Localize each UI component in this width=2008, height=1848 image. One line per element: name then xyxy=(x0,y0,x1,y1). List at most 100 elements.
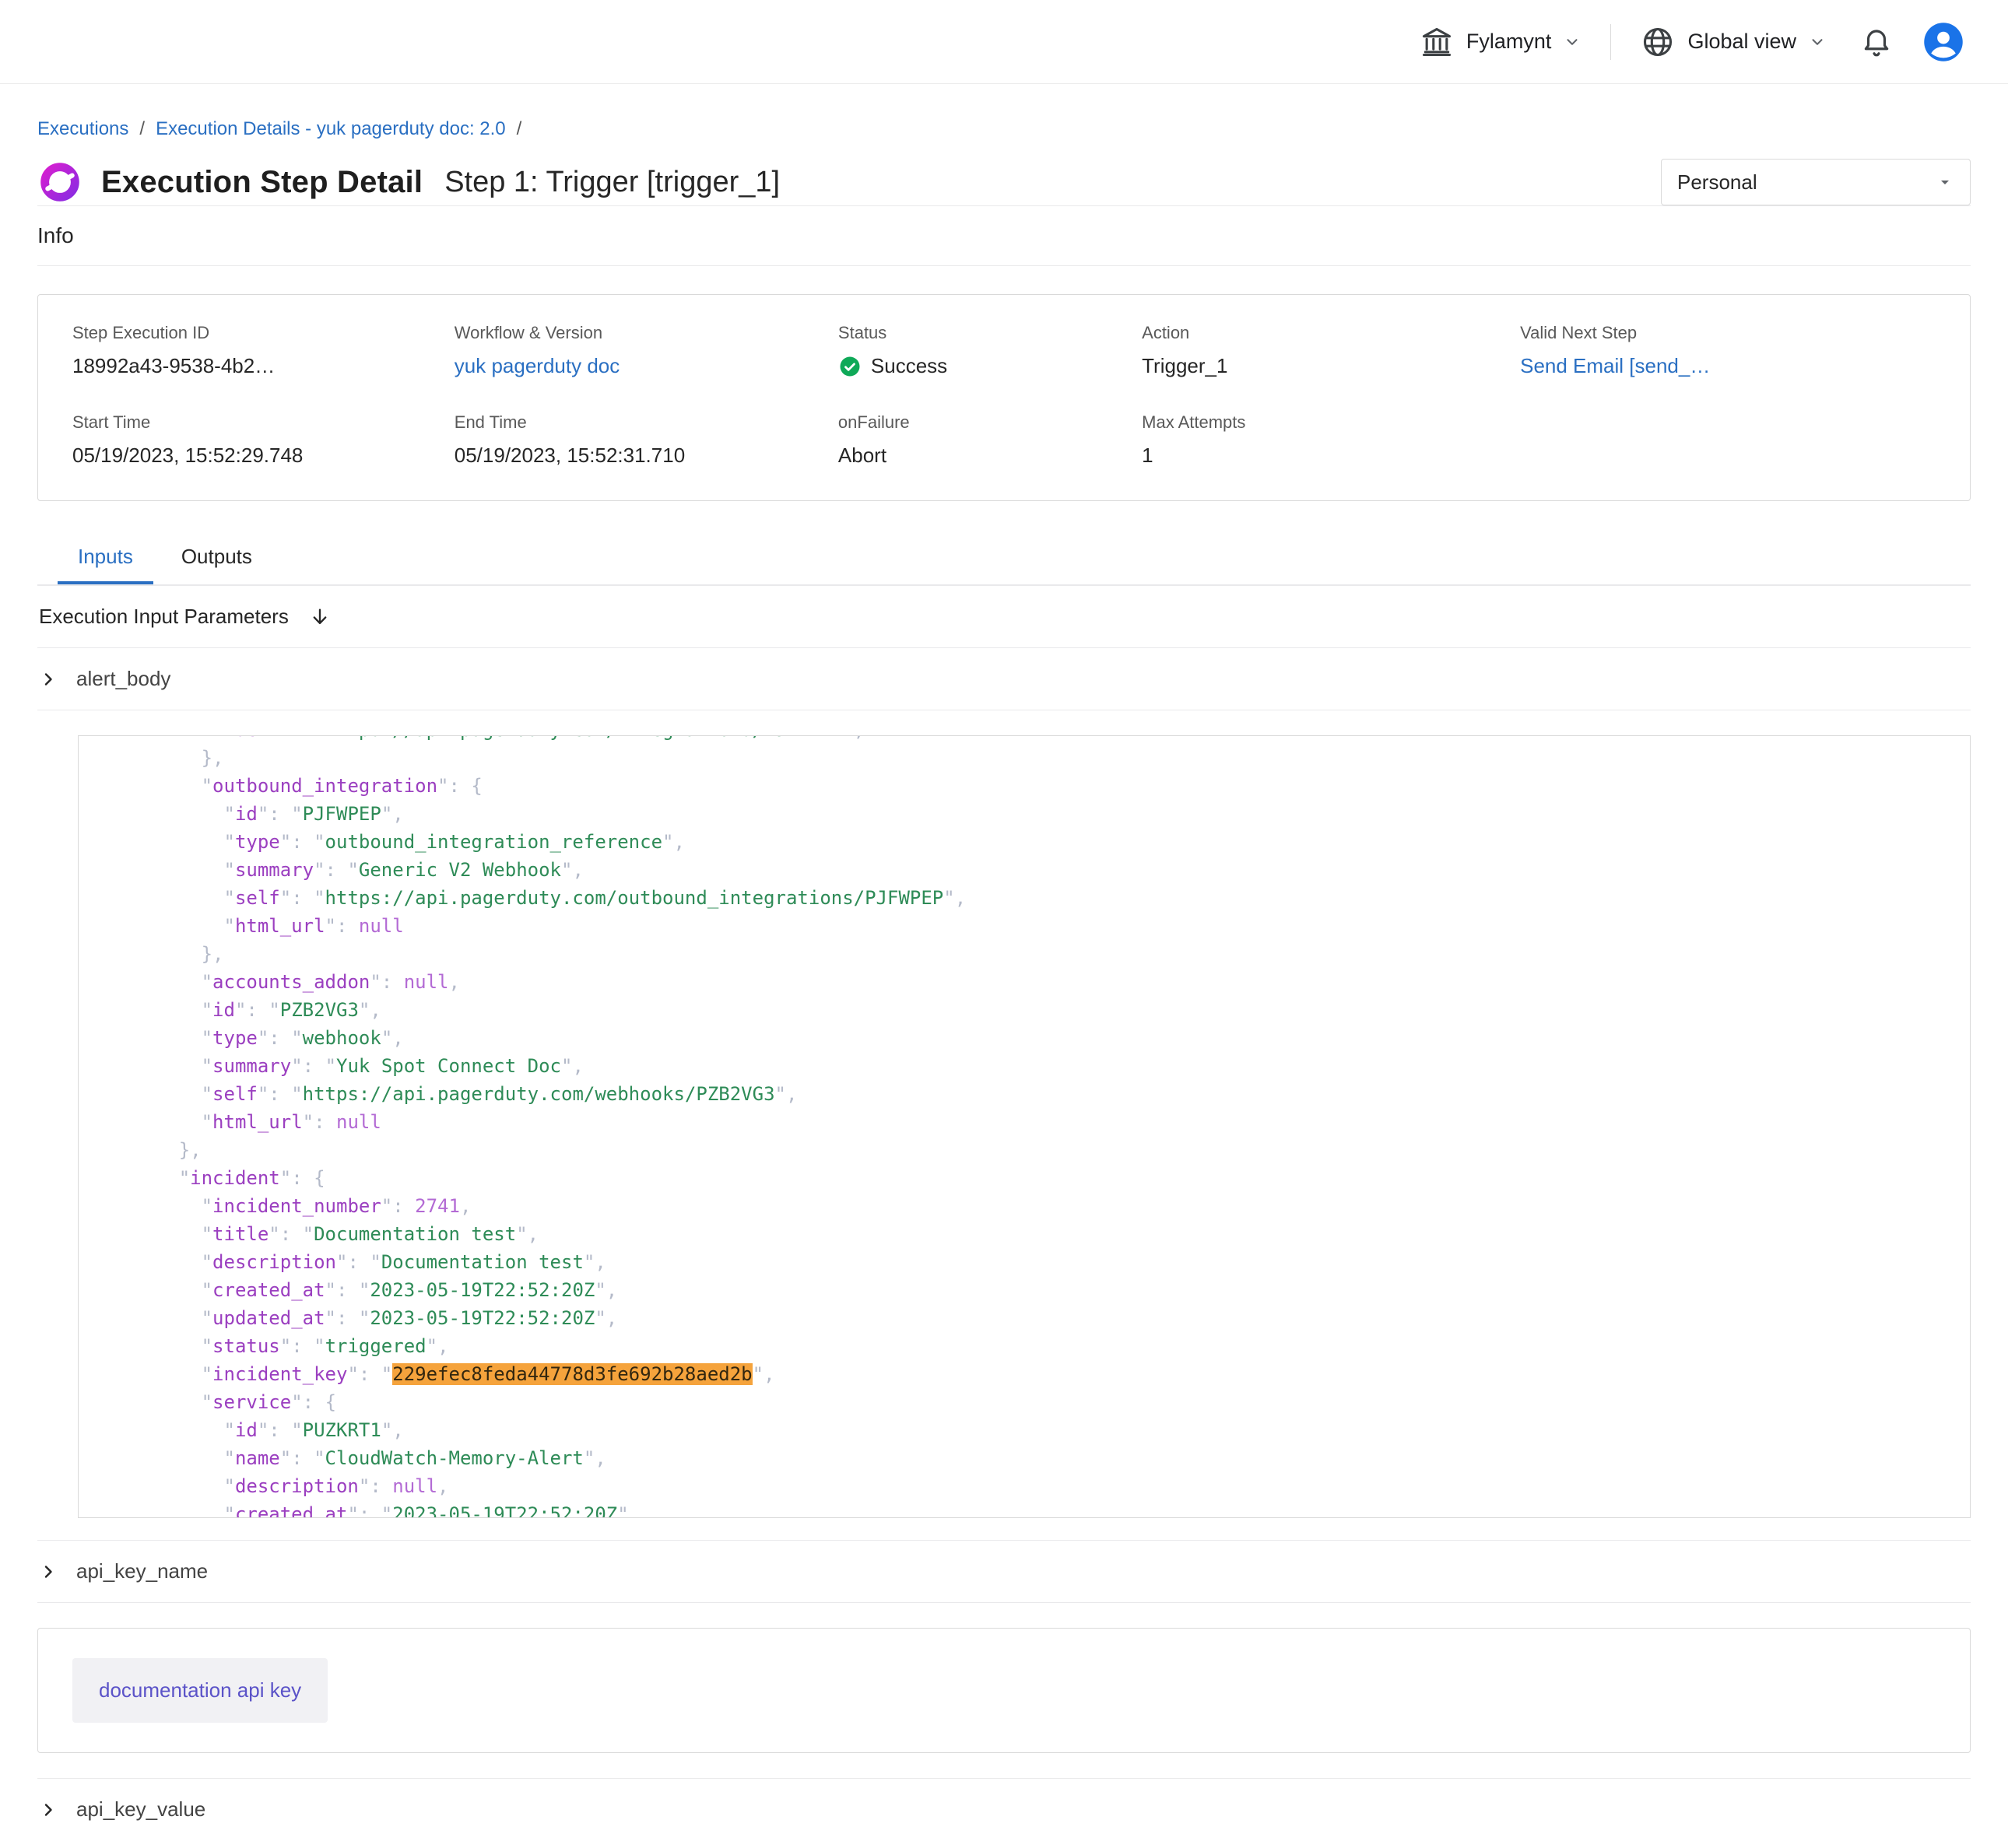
field-value: 18992a43-9538-4b2… xyxy=(72,354,455,378)
code-line: "incident_number": 2741, xyxy=(111,1192,1951,1220)
field-value[interactable]: Send Email [send_… xyxy=(1520,354,1936,378)
field-label: Status xyxy=(838,323,1142,343)
field-label: Action xyxy=(1142,323,1520,343)
globe-icon xyxy=(1641,25,1675,59)
info-field-action: Action Trigger_1 xyxy=(1142,323,1520,378)
code-line: "type": "outbound_integration_reference"… xyxy=(111,828,1951,856)
code-line: "created_at": "2023-05-19T22:52:20Z", xyxy=(111,1276,1951,1304)
code-line: "name": "CloudWatch-Memory-Alert", xyxy=(111,1444,1951,1472)
org-name: Fylamynt xyxy=(1466,30,1552,54)
breadcrumb-separator: / xyxy=(517,118,522,140)
code-line: "created_at": "2023-05-19T22:52:20Z", xyxy=(111,1500,1951,1518)
code-viewer[interactable]: "self": "https://api.pagerduty.com/integ… xyxy=(78,735,1971,1518)
chevron-down-icon xyxy=(1809,33,1826,51)
code-line: "html_url": null xyxy=(111,1108,1951,1136)
code-line: "incident": { xyxy=(111,1164,1951,1192)
info-card: Step Execution ID 18992a43-9538-4b2…Workf… xyxy=(37,294,1971,501)
workflow-logo-icon xyxy=(37,160,82,205)
success-check-icon xyxy=(838,355,862,378)
code-line: }, xyxy=(111,940,1951,968)
api-key-name-value-box: documentation api key xyxy=(37,1628,1971,1753)
field-label: Start Time xyxy=(72,412,455,433)
view-switcher[interactable]: Global view xyxy=(1641,25,1826,59)
code-content: "self": "https://api.pagerduty.com/integ… xyxy=(111,735,1951,1518)
info-field-start-time: Start Time 05/19/2023, 15:52:29.748 xyxy=(72,412,455,468)
view-name: Global view xyxy=(1687,30,1796,54)
info-field-workflow-version: Workflow & Version yuk pagerduty doc xyxy=(455,323,838,378)
code-line: "summary": "Generic V2 Webhook", xyxy=(111,856,1951,884)
code-line: "self": "https://api.pagerduty.com/webho… xyxy=(111,1080,1951,1108)
param-row-api-key-name[interactable]: api_key_name xyxy=(37,1541,1971,1602)
code-line: "updated_at": "2023-05-19T22:52:20Z", xyxy=(111,1304,1951,1332)
code-line: "title": "Documentation test", xyxy=(111,1220,1951,1248)
arrow-down-icon[interactable] xyxy=(309,606,331,628)
info-field-step-execution-id: Step Execution ID 18992a43-9538-4b2… xyxy=(72,323,455,378)
code-line: "outbound_integration": { xyxy=(111,772,1951,800)
status-text: Success xyxy=(871,354,947,378)
param-row-alert-body[interactable]: alert_body xyxy=(37,648,1971,710)
code-line: "description": "Documentation test", xyxy=(111,1248,1951,1276)
field-label: Step Execution ID xyxy=(72,323,455,343)
api-key-name-chip[interactable]: documentation api key xyxy=(72,1658,328,1723)
field-label: End Time xyxy=(455,412,838,433)
code-line: "id": "PUZKRT1", xyxy=(111,1416,1951,1444)
chevron-right-icon xyxy=(39,1562,58,1581)
info-field-status: Status Success xyxy=(838,323,1142,378)
code-line: "self": "https://api.pagerduty.com/integ… xyxy=(111,735,1951,744)
bell-icon xyxy=(1860,26,1893,58)
info-field-onfailure: onFailureAbort xyxy=(838,412,1142,468)
code-line: "type": "webhook", xyxy=(111,1024,1951,1052)
code-line: }, xyxy=(111,744,1951,772)
info-field-max-attempts: Max Attempts1 xyxy=(1142,412,1520,468)
code-line: "id": "PJFWPEP", xyxy=(111,800,1951,828)
user-avatar[interactable] xyxy=(1922,21,1964,63)
section-heading: Execution Input Parameters xyxy=(39,605,289,629)
code-line: "incident_key": "229efec8feda44778d3fe69… xyxy=(111,1360,1951,1388)
code-line: "self": "https://api.pagerduty.com/outbo… xyxy=(111,884,1951,912)
field-value[interactable]: yuk pagerduty doc xyxy=(455,354,838,378)
tabs: InputsOutputs xyxy=(37,535,1971,585)
code-line: "status": "triggered", xyxy=(111,1332,1951,1360)
execution-input-parameters-header: Execution Input Parameters xyxy=(37,586,1971,647)
info-grid: Step Execution ID 18992a43-9538-4b2…Workf… xyxy=(72,323,1936,468)
page-header: Execution Step Detail Step 1: Trigger [t… xyxy=(37,159,1971,205)
scope-select[interactable]: Personal xyxy=(1661,159,1971,205)
code-line: }, xyxy=(111,1136,1951,1164)
field-label: Valid Next Step xyxy=(1520,323,1936,343)
field-label: Workflow & Version xyxy=(455,323,838,343)
param-label: api_key_name xyxy=(76,1559,208,1583)
field-value: Abort xyxy=(838,444,1142,468)
info-field-end-time: End Time 05/19/2023, 15:52:31.710 xyxy=(455,412,838,468)
tab-inputs[interactable]: Inputs xyxy=(58,535,153,584)
param-row-api-key-value[interactable]: api_key_value xyxy=(37,1779,1971,1840)
page-subtitle: Step 1: Trigger [trigger_1] xyxy=(444,166,780,199)
notifications-button[interactable] xyxy=(1860,26,1893,58)
topbar-divider xyxy=(1610,24,1611,60)
param-label: alert_body xyxy=(76,667,170,691)
code-line: "accounts_addon": null, xyxy=(111,968,1951,996)
param-label: api_key_value xyxy=(76,1797,205,1822)
divider xyxy=(37,265,1971,266)
field-value: Trigger_1 xyxy=(1142,354,1520,378)
breadcrumb-link[interactable]: Execution Details - yuk pagerduty doc: 2… xyxy=(156,118,506,140)
field-value: Success xyxy=(838,354,1142,378)
page-title: Execution Step Detail xyxy=(101,165,423,200)
code-line: "summary": "Yuk Spot Connect Doc", xyxy=(111,1052,1951,1080)
field-value: 05/19/2023, 15:52:31.710 xyxy=(455,444,838,468)
org-switcher[interactable]: Fylamynt xyxy=(1420,25,1581,59)
breadcrumb-link[interactable]: Executions xyxy=(37,118,128,140)
tab-outputs[interactable]: Outputs xyxy=(161,535,272,584)
chevron-right-icon xyxy=(39,670,58,689)
breadcrumb: Executions / Execution Details - yuk pager… xyxy=(37,118,1971,140)
info-heading: Info xyxy=(37,206,1971,265)
scope-select-value: Personal xyxy=(1677,170,1757,195)
field-value: 05/19/2023, 15:52:29.748 xyxy=(72,444,455,468)
code-line: "id": "PZB2VG3", xyxy=(111,996,1951,1024)
code-line: "service": { xyxy=(111,1388,1951,1416)
chevron-right-icon xyxy=(39,1801,58,1819)
chevron-down-icon xyxy=(1936,173,1954,191)
bank-icon xyxy=(1420,25,1454,59)
code-line: "html_url": null xyxy=(111,912,1951,940)
divider xyxy=(37,1602,1971,1603)
code-line: "description": null, xyxy=(111,1472,1951,1500)
